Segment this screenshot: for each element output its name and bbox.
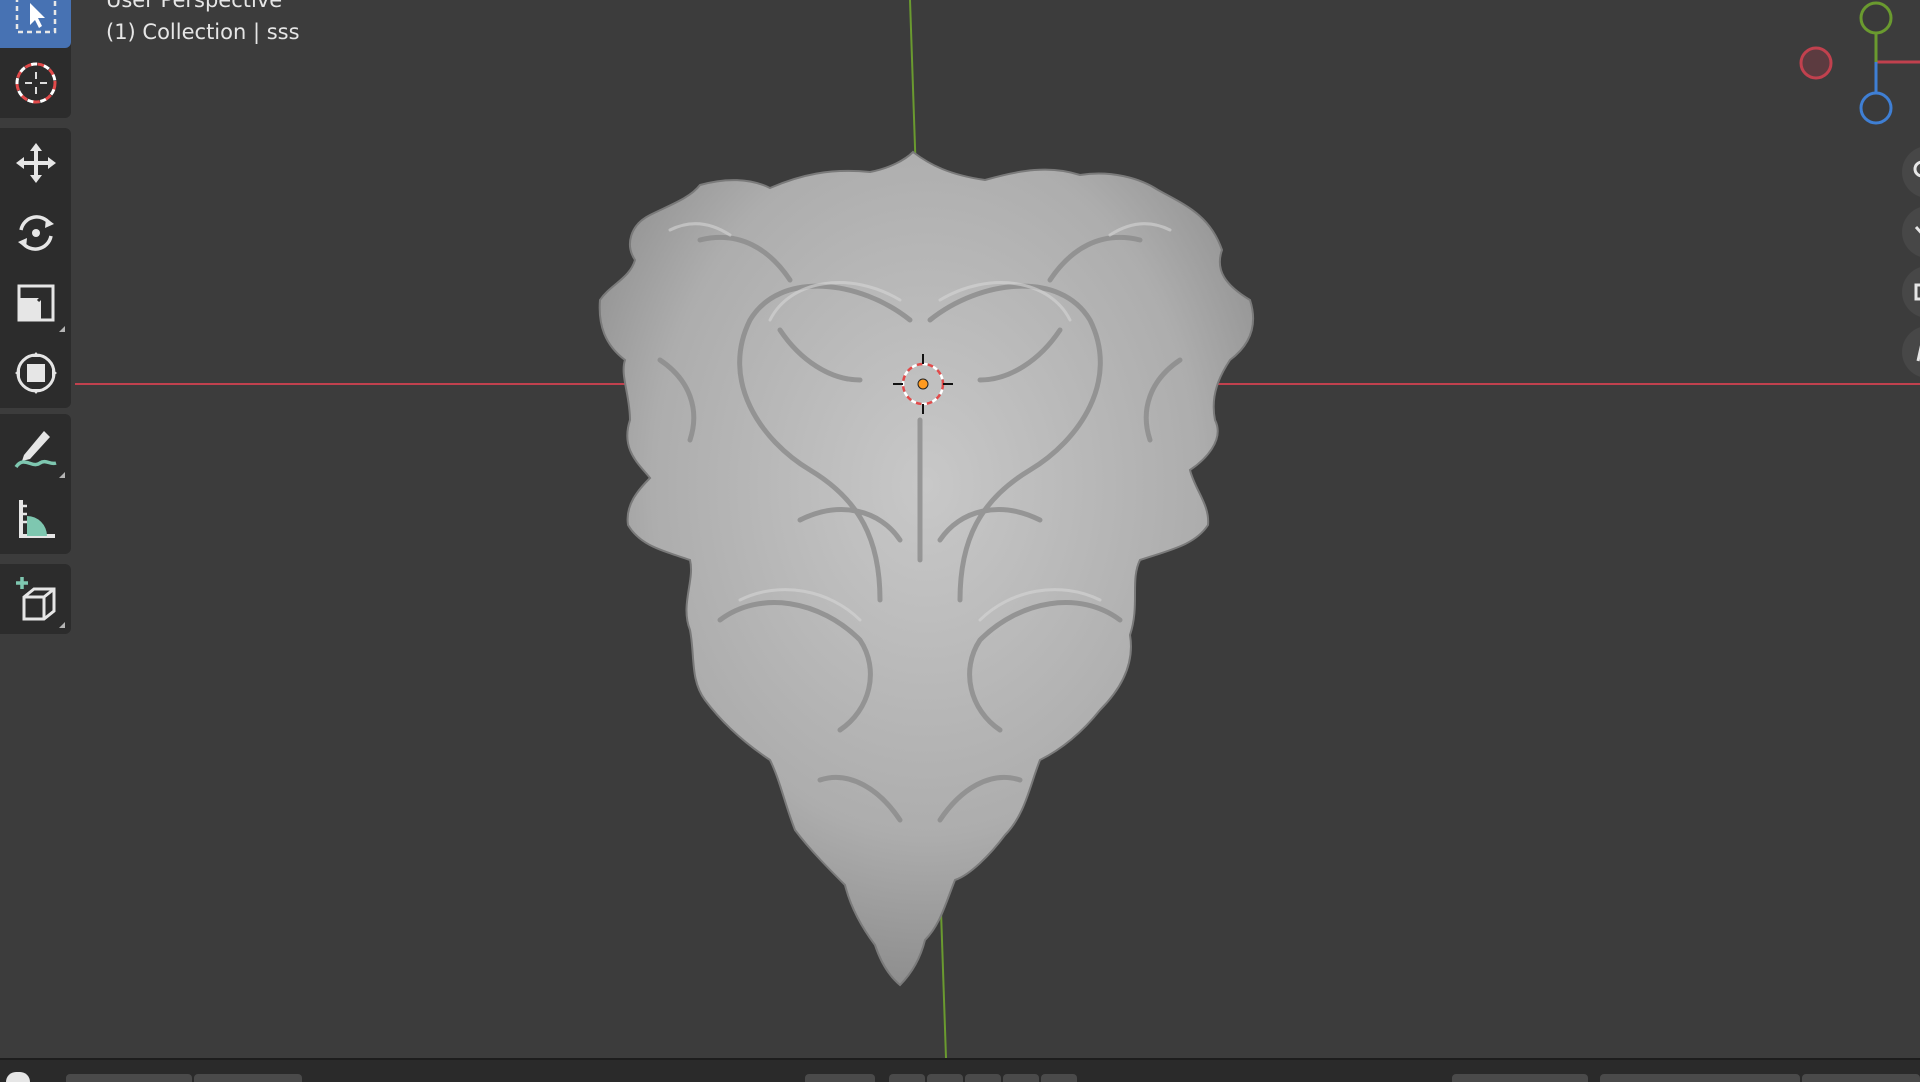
annotate-icon <box>14 431 57 469</box>
add-cube-icon <box>15 577 55 621</box>
frame-end-field[interactable] <box>1802 1074 1920 1082</box>
toolbar-group-transform <box>0 128 71 408</box>
move-tool[interactable] <box>0 128 71 198</box>
play-button[interactable] <box>965 1074 1001 1082</box>
timeline-header <box>0 1058 1920 1082</box>
submenu-indicator <box>59 326 65 332</box>
cursor-tool[interactable] <box>0 48 71 118</box>
move-icon <box>15 143 56 183</box>
measure-icon <box>18 500 55 538</box>
transform-icon <box>14 352 57 394</box>
keying-menu[interactable] <box>194 1074 302 1082</box>
play-reverse-button[interactable] <box>927 1074 963 1082</box>
viewport-scene <box>75 0 1920 1058</box>
annotate-tool[interactable] <box>0 414 71 484</box>
gizmo-x-negative-handle[interactable] <box>1799 46 1833 80</box>
perspective-icon <box>1916 345 1920 362</box>
next-keyframe-button[interactable] <box>1003 1074 1039 1082</box>
current-frame-field[interactable] <box>1452 1074 1588 1082</box>
ornament-model[interactable] <box>598 150 1255 987</box>
scale-tool[interactable] <box>0 268 71 338</box>
cursor-3d-icon <box>15 62 56 104</box>
gizmo-y-axis-handle[interactable] <box>1859 1 1893 35</box>
jump-end-button[interactable] <box>1041 1074 1077 1082</box>
frame-range-field[interactable] <box>1600 1074 1800 1082</box>
jump-start-button[interactable] <box>805 1074 875 1082</box>
editor-type-icon[interactable] <box>6 1072 30 1082</box>
jump-keyframe-button[interactable] <box>889 1074 925 1082</box>
3d-viewport[interactable]: User Perspective (1) Collection | sss <box>0 0 1920 1058</box>
submenu-indicator <box>59 622 65 628</box>
toolbar-group-annotate <box>0 414 71 554</box>
navigation-gizmo[interactable] <box>1790 0 1920 130</box>
submenu-indicator <box>59 472 65 478</box>
rotate-icon <box>17 215 54 251</box>
zoom-icon <box>1913 160 1920 178</box>
transform-tool[interactable] <box>0 338 71 408</box>
toolbar-group-select <box>0 0 71 118</box>
pan-icon <box>1914 225 1920 234</box>
collection-label: (1) Collection | sss <box>106 20 300 44</box>
select-box-icon <box>15 0 56 34</box>
select-box-tool[interactable] <box>0 0 71 48</box>
playback-menu[interactable] <box>66 1074 192 1082</box>
measure-tool[interactable] <box>0 484 71 554</box>
rotate-tool[interactable] <box>0 198 71 268</box>
gizmo-z-axis-handle[interactable] <box>1859 91 1893 125</box>
add-cube-tool[interactable] <box>0 564 71 634</box>
camera-icon <box>1914 283 1920 301</box>
scale-icon <box>17 284 54 322</box>
toolbar-group-add <box>0 564 71 634</box>
view-name-label: User Perspective <box>106 0 283 12</box>
